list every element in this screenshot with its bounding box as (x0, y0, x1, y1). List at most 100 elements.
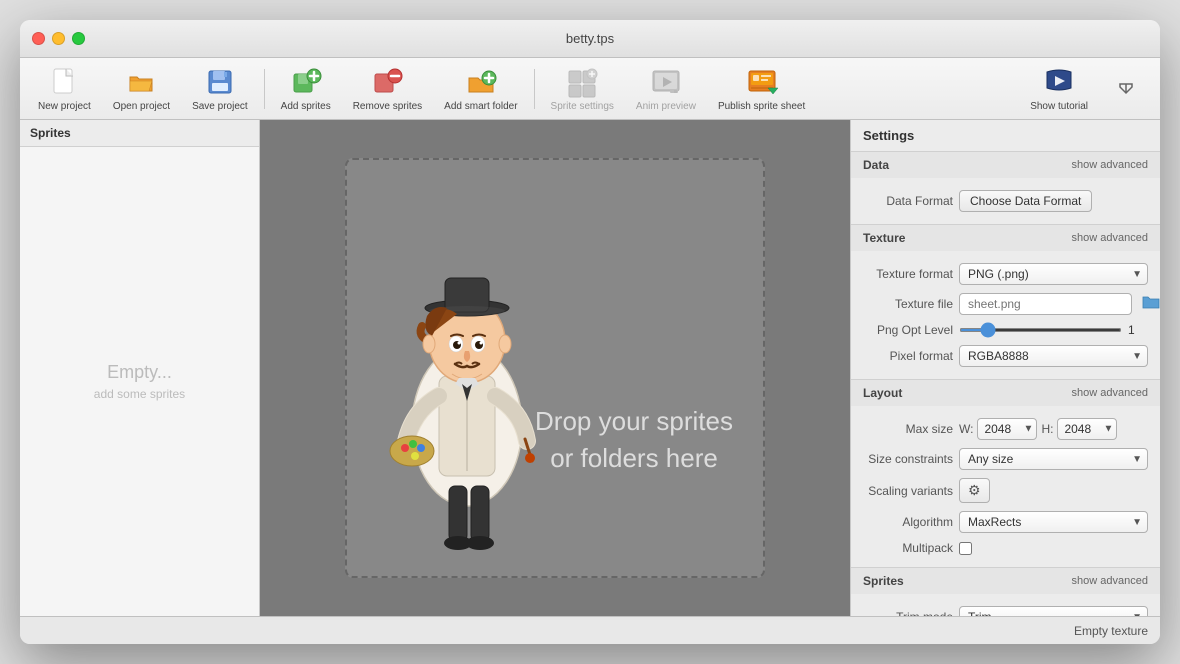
drop-zone-text: Drop your sprites or folders here (535, 403, 733, 476)
layout-show-advanced[interactable]: show advanced (1072, 387, 1148, 399)
pixel-format-select-wrap: RGBA8888 ▼ (959, 345, 1148, 367)
texture-format-label: Texture format (863, 267, 953, 281)
publish-label: Publish sprite sheet (718, 101, 805, 112)
sprite-settings-button[interactable]: Sprite settings (541, 60, 624, 118)
png-opt-label: Png Opt Level (863, 323, 953, 337)
titlebar: betty.tps (20, 20, 1160, 58)
anim-preview-icon (650, 66, 682, 98)
texture-file-label: Texture file (863, 297, 953, 311)
sprites-section-header: Sprites show advanced (851, 568, 1160, 594)
texture-file-row: Texture file (851, 289, 1160, 319)
toolbar-separator-1 (264, 69, 265, 109)
max-size-h-select[interactable]: 20481024512256 (1057, 418, 1117, 440)
trim-mode-select[interactable]: Trim Crop None (959, 606, 1148, 616)
maximize-button[interactable] (72, 32, 85, 45)
save-project-icon (204, 66, 236, 98)
layout-section-body: Max size W: 20481024512256 ▼ H: (851, 406, 1160, 567)
multipack-row: Multipack (851, 537, 1160, 559)
scaling-variants-row: Scaling variants ⚙ (851, 474, 1160, 507)
max-size-label: Max size (863, 422, 953, 436)
data-section-header: Data show advanced (851, 152, 1160, 178)
add-smart-folder-button[interactable]: Add smart folder (434, 60, 527, 118)
publish-button[interactable]: Publish sprite sheet (708, 60, 815, 118)
sprites-show-advanced[interactable]: show advanced (1072, 575, 1148, 587)
open-project-button[interactable]: Open project (103, 60, 180, 118)
scaling-variants-gear-button[interactable]: ⚙ (959, 478, 990, 503)
traffic-lights (32, 32, 85, 45)
trim-mode-select-wrap: Trim Crop None ▼ (959, 606, 1148, 616)
data-section: Data show advanced Data Format Choose Da… (851, 152, 1160, 225)
settings-panel: Settings Data show advanced Data Format … (850, 120, 1160, 616)
save-project-button[interactable]: Save project (182, 60, 258, 118)
texture-format-select-wrap: PNG (.png) ▼ (959, 263, 1148, 285)
texture-section: Texture show advanced Texture format PNG… (851, 225, 1160, 380)
max-size-w-select[interactable]: 20481024512256 (977, 418, 1037, 440)
remove-sprites-button[interactable]: Remove sprites (343, 60, 432, 118)
pixel-format-select[interactable]: RGBA8888 (959, 345, 1148, 367)
texture-section-header: Texture show advanced (851, 225, 1160, 251)
max-size-row: Max size W: 20481024512256 ▼ H: (851, 414, 1160, 444)
texture-section-body: Texture format PNG (.png) ▼ Texture file (851, 251, 1160, 379)
remove-sprites-label: Remove sprites (353, 101, 422, 112)
texture-format-select[interactable]: PNG (.png) (959, 263, 1148, 285)
data-show-advanced[interactable]: show advanced (1072, 159, 1148, 171)
minimize-button[interactable] (52, 32, 65, 45)
data-format-label: Data Format (863, 194, 953, 208)
close-button[interactable] (32, 32, 45, 45)
show-tutorial-label: Show tutorial (1030, 101, 1088, 112)
statusbar: Empty texture (20, 616, 1160, 644)
png-opt-row: Png Opt Level 1 (851, 319, 1160, 341)
new-project-icon (48, 66, 80, 98)
canvas-drop-zone[interactable]: Drop your sprites or folders here (345, 158, 765, 578)
sprites-empty-state: Empty... add some sprites (20, 147, 259, 616)
data-format-button[interactable]: Choose Data Format (959, 190, 1092, 212)
sprites-section-title: Sprites (863, 574, 904, 588)
show-tutorial-button[interactable]: Show tutorial (1020, 60, 1098, 118)
layout-section-title: Layout (863, 386, 902, 400)
trim-mode-row: Trim mode Trim Crop None ▼ (851, 602, 1160, 616)
png-opt-slider[interactable] (959, 328, 1122, 332)
open-project-label: Open project (113, 101, 170, 112)
pixel-format-row: Pixel format RGBA8888 ▼ (851, 341, 1160, 371)
open-project-icon (125, 66, 157, 98)
algorithm-row: Algorithm MaxRects ▼ (851, 507, 1160, 537)
add-sprites-label: Add sprites (281, 101, 331, 112)
add-sprites-icon (290, 66, 322, 98)
new-project-button[interactable]: New project (28, 60, 101, 118)
texture-file-input[interactable] (959, 293, 1132, 315)
sprites-panel-header: Sprites (20, 120, 259, 147)
sprite-settings-label: Sprite settings (551, 101, 614, 112)
sprites-empty-title: Empty... (107, 362, 172, 383)
texture-show-advanced[interactable]: show advanced (1072, 232, 1148, 244)
add-sprites-button[interactable]: Add sprites (271, 60, 341, 118)
canvas-area: Drop your sprites or folders here (260, 120, 850, 616)
more-icon (1110, 73, 1142, 105)
more-button[interactable] (1100, 67, 1152, 111)
algorithm-select[interactable]: MaxRects (959, 511, 1148, 533)
anim-preview-button[interactable]: Anim preview (626, 60, 706, 118)
show-tutorial-icon (1043, 66, 1075, 98)
multipack-checkbox[interactable] (959, 542, 972, 555)
drop-text-line1: Drop your sprites (535, 403, 733, 439)
texture-format-row: Texture format PNG (.png) ▼ (851, 259, 1160, 289)
sprites-section-body: Trim mode Trim Crop None ▼ (851, 594, 1160, 616)
save-project-label: Save project (192, 101, 248, 112)
multipack-label: Multipack (863, 541, 953, 555)
main-area: Sprites Empty... add some sprites (20, 120, 1160, 616)
png-opt-value: 1 (1128, 323, 1148, 337)
size-constraints-select[interactable]: Any size (959, 448, 1148, 470)
layout-section-header: Layout show advanced (851, 380, 1160, 406)
window-title: betty.tps (566, 31, 614, 46)
anim-preview-label: Anim preview (636, 101, 696, 112)
max-size-h-label: H: (1041, 422, 1053, 436)
size-constraints-row: Size constraints Any size ▼ (851, 444, 1160, 474)
sprites-empty-subtitle: add some sprites (94, 387, 185, 401)
texture-file-browse-button[interactable] (1138, 294, 1160, 315)
add-smart-folder-icon (465, 66, 497, 98)
data-section-body: Data Format Choose Data Format (851, 178, 1160, 224)
max-size-w-label: W: (959, 422, 973, 436)
status-text: Empty texture (1074, 624, 1148, 638)
character-illustration (377, 226, 557, 566)
algorithm-label: Algorithm (863, 515, 953, 529)
size-constraints-label: Size constraints (863, 452, 953, 466)
